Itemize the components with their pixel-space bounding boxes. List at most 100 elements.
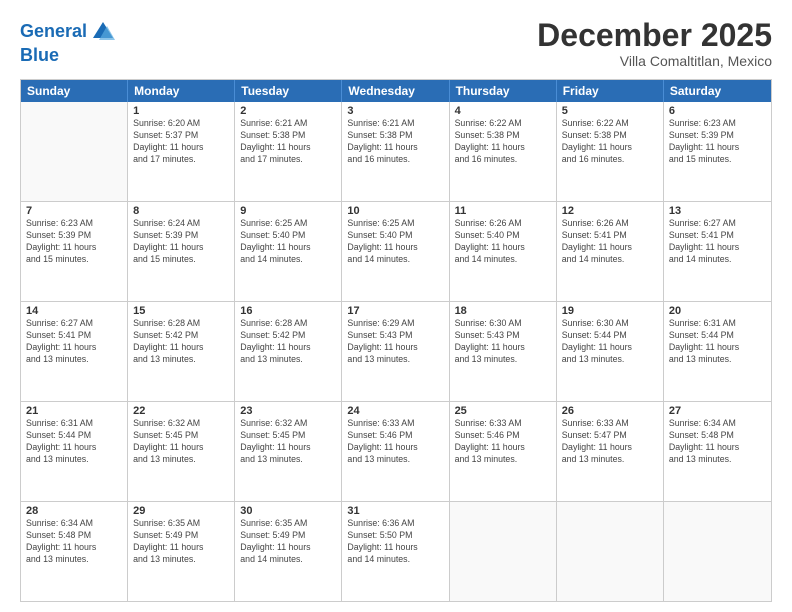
calendar-cell: 31Sunrise: 6:36 AMSunset: 5:50 PMDayligh… xyxy=(342,502,449,601)
day-info: Sunrise: 6:25 AMSunset: 5:40 PMDaylight:… xyxy=(240,218,336,266)
day-number: 5 xyxy=(562,105,658,117)
day-info: Sunrise: 6:34 AMSunset: 5:48 PMDaylight:… xyxy=(26,518,122,566)
logo-text-line1: General xyxy=(20,22,87,42)
calendar-row-2: 7Sunrise: 6:23 AMSunset: 5:39 PMDaylight… xyxy=(21,202,771,302)
day-number: 15 xyxy=(133,305,229,317)
calendar-cell xyxy=(557,502,664,601)
calendar-cell: 25Sunrise: 6:33 AMSunset: 5:46 PMDayligh… xyxy=(450,402,557,501)
calendar: SundayMondayTuesdayWednesdayThursdayFrid… xyxy=(20,79,772,602)
day-number: 6 xyxy=(669,105,766,117)
day-info: Sunrise: 6:30 AMSunset: 5:44 PMDaylight:… xyxy=(562,318,658,366)
calendar-cell: 26Sunrise: 6:33 AMSunset: 5:47 PMDayligh… xyxy=(557,402,664,501)
calendar-cell: 27Sunrise: 6:34 AMSunset: 5:48 PMDayligh… xyxy=(664,402,771,501)
title-block: December 2025 Villa Comaltitlan, Mexico xyxy=(537,18,772,69)
day-info: Sunrise: 6:35 AMSunset: 5:49 PMDaylight:… xyxy=(133,518,229,566)
day-number: 4 xyxy=(455,105,551,117)
day-info: Sunrise: 6:33 AMSunset: 5:47 PMDaylight:… xyxy=(562,418,658,466)
calendar-cell: 1Sunrise: 6:20 AMSunset: 5:37 PMDaylight… xyxy=(128,102,235,201)
header: General Blue December 2025 Villa Comalti… xyxy=(20,18,772,69)
header-day-tuesday: Tuesday xyxy=(235,80,342,102)
day-number: 19 xyxy=(562,305,658,317)
day-info: Sunrise: 6:24 AMSunset: 5:39 PMDaylight:… xyxy=(133,218,229,266)
calendar-cell: 24Sunrise: 6:33 AMSunset: 5:46 PMDayligh… xyxy=(342,402,449,501)
day-info: Sunrise: 6:28 AMSunset: 5:42 PMDaylight:… xyxy=(240,318,336,366)
day-info: Sunrise: 6:30 AMSunset: 5:43 PMDaylight:… xyxy=(455,318,551,366)
day-info: Sunrise: 6:22 AMSunset: 5:38 PMDaylight:… xyxy=(562,118,658,166)
day-number: 26 xyxy=(562,405,658,417)
day-number: 29 xyxy=(133,505,229,517)
day-number: 25 xyxy=(455,405,551,417)
day-info: Sunrise: 6:33 AMSunset: 5:46 PMDaylight:… xyxy=(347,418,443,466)
day-info: Sunrise: 6:27 AMSunset: 5:41 PMDaylight:… xyxy=(669,218,766,266)
day-number: 17 xyxy=(347,305,443,317)
day-number: 1 xyxy=(133,105,229,117)
day-info: Sunrise: 6:22 AMSunset: 5:38 PMDaylight:… xyxy=(455,118,551,166)
day-info: Sunrise: 6:25 AMSunset: 5:40 PMDaylight:… xyxy=(347,218,443,266)
day-number: 16 xyxy=(240,305,336,317)
day-info: Sunrise: 6:20 AMSunset: 5:37 PMDaylight:… xyxy=(133,118,229,166)
day-info: Sunrise: 6:28 AMSunset: 5:42 PMDaylight:… xyxy=(133,318,229,366)
day-number: 7 xyxy=(26,205,122,217)
day-number: 23 xyxy=(240,405,336,417)
header-day-wednesday: Wednesday xyxy=(342,80,449,102)
calendar-cell: 5Sunrise: 6:22 AMSunset: 5:38 PMDaylight… xyxy=(557,102,664,201)
calendar-cell: 28Sunrise: 6:34 AMSunset: 5:48 PMDayligh… xyxy=(21,502,128,601)
calendar-cell: 13Sunrise: 6:27 AMSunset: 5:41 PMDayligh… xyxy=(664,202,771,301)
day-number: 11 xyxy=(455,205,551,217)
logo-icon xyxy=(89,18,117,46)
logo-text-line2: Blue xyxy=(20,45,59,65)
calendar-cell: 14Sunrise: 6:27 AMSunset: 5:41 PMDayligh… xyxy=(21,302,128,401)
day-info: Sunrise: 6:35 AMSunset: 5:49 PMDaylight:… xyxy=(240,518,336,566)
day-number: 30 xyxy=(240,505,336,517)
calendar-cell: 3Sunrise: 6:21 AMSunset: 5:38 PMDaylight… xyxy=(342,102,449,201)
calendar-row-5: 28Sunrise: 6:34 AMSunset: 5:48 PMDayligh… xyxy=(21,502,771,601)
calendar-cell: 6Sunrise: 6:23 AMSunset: 5:39 PMDaylight… xyxy=(664,102,771,201)
calendar-row-3: 14Sunrise: 6:27 AMSunset: 5:41 PMDayligh… xyxy=(21,302,771,402)
calendar-cell: 11Sunrise: 6:26 AMSunset: 5:40 PMDayligh… xyxy=(450,202,557,301)
calendar-cell: 10Sunrise: 6:25 AMSunset: 5:40 PMDayligh… xyxy=(342,202,449,301)
calendar-cell: 17Sunrise: 6:29 AMSunset: 5:43 PMDayligh… xyxy=(342,302,449,401)
calendar-row-4: 21Sunrise: 6:31 AMSunset: 5:44 PMDayligh… xyxy=(21,402,771,502)
day-info: Sunrise: 6:23 AMSunset: 5:39 PMDaylight:… xyxy=(26,218,122,266)
day-number: 13 xyxy=(669,205,766,217)
calendar-cell: 20Sunrise: 6:31 AMSunset: 5:44 PMDayligh… xyxy=(664,302,771,401)
day-info: Sunrise: 6:32 AMSunset: 5:45 PMDaylight:… xyxy=(240,418,336,466)
calendar-cell: 30Sunrise: 6:35 AMSunset: 5:49 PMDayligh… xyxy=(235,502,342,601)
day-info: Sunrise: 6:26 AMSunset: 5:40 PMDaylight:… xyxy=(455,218,551,266)
calendar-cell: 19Sunrise: 6:30 AMSunset: 5:44 PMDayligh… xyxy=(557,302,664,401)
day-info: Sunrise: 6:32 AMSunset: 5:45 PMDaylight:… xyxy=(133,418,229,466)
calendar-cell: 29Sunrise: 6:35 AMSunset: 5:49 PMDayligh… xyxy=(128,502,235,601)
day-info: Sunrise: 6:29 AMSunset: 5:43 PMDaylight:… xyxy=(347,318,443,366)
day-number: 10 xyxy=(347,205,443,217)
day-number: 12 xyxy=(562,205,658,217)
page: General Blue December 2025 Villa Comalti… xyxy=(0,0,792,612)
day-info: Sunrise: 6:26 AMSunset: 5:41 PMDaylight:… xyxy=(562,218,658,266)
calendar-cell: 4Sunrise: 6:22 AMSunset: 5:38 PMDaylight… xyxy=(450,102,557,201)
calendar-cell: 8Sunrise: 6:24 AMSunset: 5:39 PMDaylight… xyxy=(128,202,235,301)
day-number: 21 xyxy=(26,405,122,417)
header-day-saturday: Saturday xyxy=(664,80,771,102)
day-number: 20 xyxy=(669,305,766,317)
day-info: Sunrise: 6:21 AMSunset: 5:38 PMDaylight:… xyxy=(347,118,443,166)
calendar-body: 1Sunrise: 6:20 AMSunset: 5:37 PMDaylight… xyxy=(21,102,771,601)
header-day-monday: Monday xyxy=(128,80,235,102)
day-info: Sunrise: 6:27 AMSunset: 5:41 PMDaylight:… xyxy=(26,318,122,366)
day-info: Sunrise: 6:33 AMSunset: 5:46 PMDaylight:… xyxy=(455,418,551,466)
day-number: 2 xyxy=(240,105,336,117)
day-info: Sunrise: 6:31 AMSunset: 5:44 PMDaylight:… xyxy=(26,418,122,466)
calendar-cell: 9Sunrise: 6:25 AMSunset: 5:40 PMDaylight… xyxy=(235,202,342,301)
calendar-cell xyxy=(450,502,557,601)
subtitle: Villa Comaltitlan, Mexico xyxy=(537,53,772,69)
day-number: 31 xyxy=(347,505,443,517)
day-number: 9 xyxy=(240,205,336,217)
day-number: 18 xyxy=(455,305,551,317)
calendar-cell: 16Sunrise: 6:28 AMSunset: 5:42 PMDayligh… xyxy=(235,302,342,401)
day-info: Sunrise: 6:36 AMSunset: 5:50 PMDaylight:… xyxy=(347,518,443,566)
day-number: 14 xyxy=(26,305,122,317)
day-number: 8 xyxy=(133,205,229,217)
calendar-cell: 21Sunrise: 6:31 AMSunset: 5:44 PMDayligh… xyxy=(21,402,128,501)
day-info: Sunrise: 6:21 AMSunset: 5:38 PMDaylight:… xyxy=(240,118,336,166)
day-info: Sunrise: 6:31 AMSunset: 5:44 PMDaylight:… xyxy=(669,318,766,366)
header-day-sunday: Sunday xyxy=(21,80,128,102)
day-number: 28 xyxy=(26,505,122,517)
